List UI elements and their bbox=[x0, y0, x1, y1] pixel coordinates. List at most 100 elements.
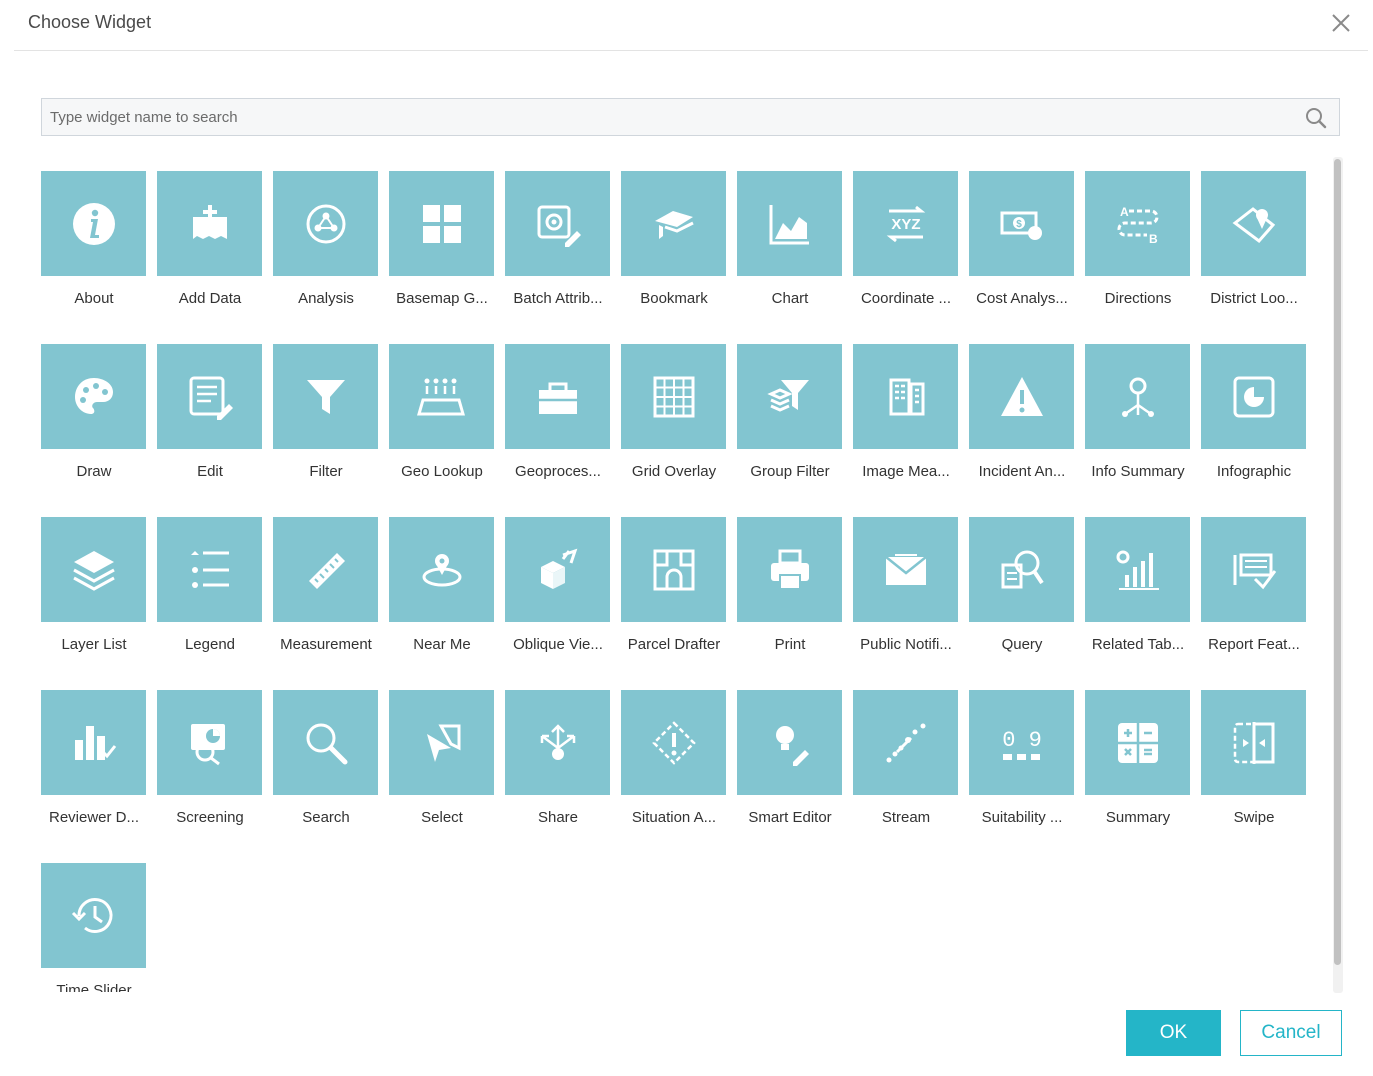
widget-stream[interactable]: Stream bbox=[853, 690, 959, 826]
widget-tile[interactable] bbox=[737, 344, 842, 449]
basemap-gallery-icon bbox=[422, 204, 461, 243]
widget-reviewer-d[interactable]: Reviewer D... bbox=[41, 690, 147, 826]
widget-add-data[interactable]: Add Data bbox=[157, 171, 263, 307]
widget-label: Report Feat... bbox=[1208, 636, 1300, 653]
widget-tile[interactable] bbox=[41, 863, 146, 968]
widget-tile[interactable] bbox=[737, 171, 842, 276]
widget-tile[interactable] bbox=[1085, 690, 1190, 795]
widget-basemap-g[interactable]: Basemap G... bbox=[389, 171, 495, 307]
widget-tile[interactable] bbox=[853, 690, 958, 795]
widget-tile[interactable] bbox=[621, 690, 726, 795]
widget-tile[interactable] bbox=[157, 517, 262, 622]
widget-tile[interactable] bbox=[273, 690, 378, 795]
widget-tile[interactable] bbox=[41, 171, 146, 276]
widget-chart[interactable]: Chart bbox=[737, 171, 843, 307]
widget-tile[interactable] bbox=[389, 344, 494, 449]
widget-summary[interactable]: Summary bbox=[1085, 690, 1191, 826]
widget-tile[interactable] bbox=[853, 517, 958, 622]
cancel-button[interactable]: Cancel bbox=[1240, 1010, 1342, 1056]
widget-tile[interactable]: 0 9 bbox=[969, 690, 1074, 795]
widget-bookmark[interactable]: Bookmark bbox=[621, 171, 727, 307]
scrollbar-thumb[interactable] bbox=[1334, 159, 1341, 965]
widget-tile[interactable] bbox=[273, 344, 378, 449]
widget-tile[interactable] bbox=[273, 517, 378, 622]
widget-tile[interactable]: $ bbox=[969, 171, 1074, 276]
widget-legend[interactable]: Legend bbox=[157, 517, 263, 653]
widget-share[interactable]: Share bbox=[505, 690, 611, 826]
widget-tile[interactable] bbox=[389, 690, 494, 795]
widget-image-mea[interactable]: Image Mea... bbox=[853, 344, 959, 480]
widget-measurement[interactable]: Measurement bbox=[273, 517, 379, 653]
widget-tile[interactable] bbox=[157, 171, 262, 276]
widget-tile[interactable] bbox=[1085, 344, 1190, 449]
widget-tile[interactable] bbox=[1085, 517, 1190, 622]
widget-cost-analys[interactable]: $ Cost Analys... bbox=[969, 171, 1075, 307]
widget-tile[interactable] bbox=[505, 344, 610, 449]
widget-tile[interactable] bbox=[505, 171, 610, 276]
widget-tile[interactable] bbox=[505, 517, 610, 622]
widget-directions[interactable]: A B Directions bbox=[1085, 171, 1191, 307]
widget-public-notifi[interactable]: Public Notifi... bbox=[853, 517, 959, 653]
widget-tile[interactable]: AB bbox=[1085, 171, 1190, 276]
widget-geo-lookup[interactable]: Geo Lookup bbox=[389, 344, 495, 480]
widget-tile[interactable] bbox=[273, 171, 378, 276]
widget-coordinate[interactable]: XYZ Coordinate ... bbox=[853, 171, 959, 307]
widget-tile[interactable] bbox=[41, 690, 146, 795]
widget-edit[interactable]: Edit bbox=[157, 344, 263, 480]
widget-tile[interactable] bbox=[1201, 517, 1306, 622]
widget-district-loo[interactable]: District Loo... bbox=[1201, 171, 1307, 307]
search-icon[interactable] bbox=[1305, 107, 1327, 129]
widget-infographic[interactable]: Infographic bbox=[1201, 344, 1307, 480]
widget-about[interactable]: About bbox=[41, 171, 147, 307]
widget-group-filter[interactable]: Group Filter bbox=[737, 344, 843, 480]
ok-button[interactable]: OK bbox=[1126, 1010, 1221, 1056]
scrollbar[interactable] bbox=[1333, 157, 1343, 993]
widget-tile[interactable] bbox=[389, 517, 494, 622]
widget-draw[interactable]: Draw bbox=[41, 344, 147, 480]
search-input[interactable] bbox=[42, 99, 1300, 135]
widget-situation-a[interactable]: Situation A... bbox=[621, 690, 727, 826]
widget-tile[interactable] bbox=[969, 517, 1074, 622]
widget-related-tab[interactable]: Related Tab... bbox=[1085, 517, 1191, 653]
widget-query[interactable]: Query bbox=[969, 517, 1075, 653]
widget-tile[interactable] bbox=[505, 690, 610, 795]
widget-geoproces[interactable]: Geoproces... bbox=[505, 344, 611, 480]
widget-suitability[interactable]: 0 9 Suitability ... bbox=[969, 690, 1075, 826]
close-icon[interactable] bbox=[1328, 10, 1354, 36]
widget-tile[interactable] bbox=[41, 517, 146, 622]
widget-tile[interactable] bbox=[157, 690, 262, 795]
widget-tile[interactable] bbox=[1201, 344, 1306, 449]
widget-info-summary[interactable]: Info Summary bbox=[1085, 344, 1191, 480]
widget-parcel-drafter[interactable]: Parcel Drafter bbox=[621, 517, 727, 653]
widget-tile[interactable] bbox=[1201, 171, 1306, 276]
widget-tile[interactable] bbox=[389, 171, 494, 276]
widget-tile[interactable] bbox=[737, 690, 842, 795]
widget-tile[interactable] bbox=[621, 171, 726, 276]
widget-smart-editor[interactable]: Smart Editor bbox=[737, 690, 843, 826]
widget-near-me[interactable]: Near Me bbox=[389, 517, 495, 653]
widget-tile[interactable] bbox=[1201, 690, 1306, 795]
widget-label: Screening bbox=[176, 809, 244, 826]
widget-grid-overlay[interactable]: Grid Overlay bbox=[621, 344, 727, 480]
widget-incident-an[interactable]: Incident An... bbox=[969, 344, 1075, 480]
widget-tile[interactable] bbox=[969, 344, 1074, 449]
widget-batch-attrib[interactable]: Batch Attrib... bbox=[505, 171, 611, 307]
widget-analysis[interactable]: Analysis bbox=[273, 171, 379, 307]
widget-filter[interactable]: Filter bbox=[273, 344, 379, 480]
widget-swipe[interactable]: Swipe bbox=[1201, 690, 1307, 826]
widget-tile[interactable] bbox=[157, 344, 262, 449]
widget-search[interactable]: Search bbox=[273, 690, 379, 826]
widget-tile[interactable]: XYZ bbox=[853, 171, 958, 276]
widget-screening[interactable]: Screening bbox=[157, 690, 263, 826]
widget-oblique-vie[interactable]: Oblique Vie... bbox=[505, 517, 611, 653]
widget-tile[interactable] bbox=[621, 344, 726, 449]
widget-print[interactable]: Print bbox=[737, 517, 843, 653]
widget-tile[interactable] bbox=[621, 517, 726, 622]
widget-report-feat[interactable]: Report Feat... bbox=[1201, 517, 1307, 653]
widget-layer-list[interactable]: Layer List bbox=[41, 517, 147, 653]
widget-tile[interactable] bbox=[737, 517, 842, 622]
widget-select[interactable]: Select bbox=[389, 690, 495, 826]
widget-tile[interactable] bbox=[41, 344, 146, 449]
widget-time-slider[interactable]: Time Slider bbox=[41, 863, 147, 992]
widget-tile[interactable] bbox=[853, 344, 958, 449]
